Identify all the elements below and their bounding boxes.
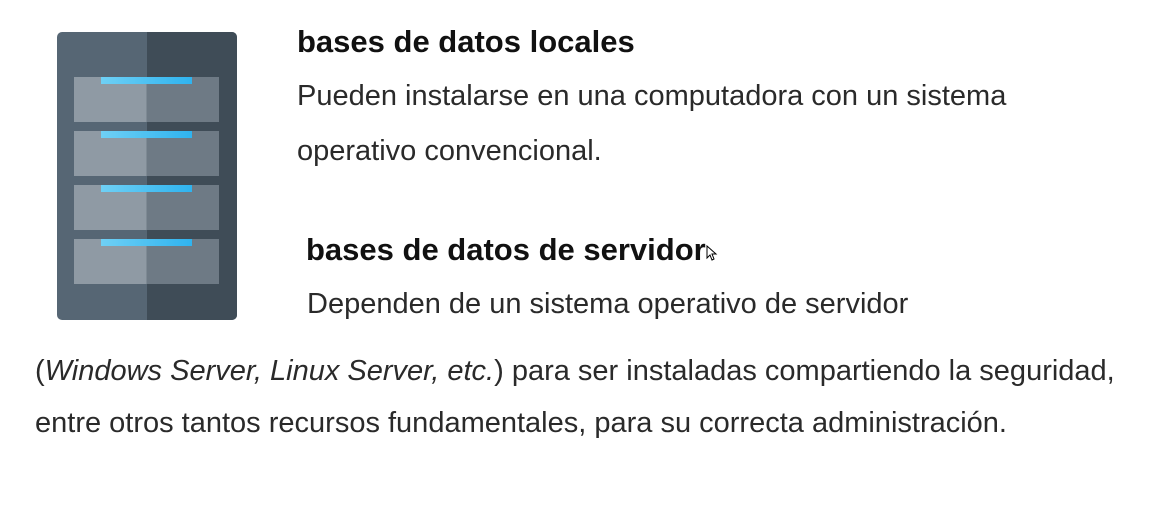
drive-slot <box>101 77 192 84</box>
drive-bay <box>74 77 219 122</box>
paren-open: ( <box>35 355 45 387</box>
drive-slot <box>101 239 192 246</box>
server-rack-icon <box>57 32 237 320</box>
server-db-desc-line1: Dependen de un sistema operativo de serv… <box>307 288 909 320</box>
server-db-desc-paragraph: (Windows Server, Linux Server, etc.) par… <box>35 345 1165 449</box>
drive-bay <box>74 131 219 176</box>
server-db-title: bases de datos de servidor <box>306 232 706 267</box>
drive-bay <box>74 185 219 230</box>
local-db-desc-line2: operativo convencional. <box>297 135 602 167</box>
drive-slot <box>101 185 192 192</box>
drive-slot <box>101 131 192 138</box>
local-db-title: bases de datos locales <box>297 24 635 59</box>
drive-bay <box>74 239 219 284</box>
mouse-cursor-icon <box>706 245 718 261</box>
server-os-examples: Windows Server, Linux Server, etc. <box>44 355 495 387</box>
local-db-desc-line1: Pueden instalarse en una computadora con… <box>297 80 1007 112</box>
